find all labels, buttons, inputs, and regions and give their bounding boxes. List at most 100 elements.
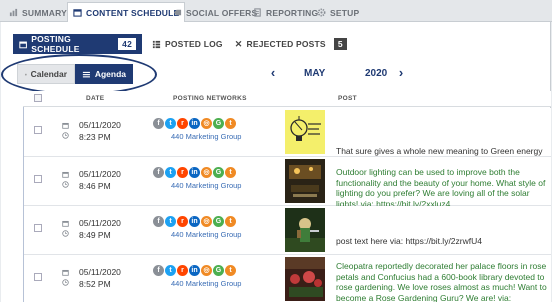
rejected-posts-count: 5	[333, 38, 347, 50]
tumblr-icon[interactable]: t	[225, 216, 236, 227]
network-group-link[interactable]: 440 Marketing Group	[171, 132, 241, 141]
post-text[interactable]: Outdoor lighting can be used to improve …	[336, 167, 548, 209]
post-time: 8:23 PM	[79, 132, 111, 142]
post-thumbnail-game	[285, 208, 325, 252]
tab-setup-label: SETUP	[330, 7, 360, 18]
month-label: MAY	[304, 68, 326, 79]
post-time: 8:46 PM	[79, 181, 111, 191]
tumblr-icon[interactable]: t	[225, 265, 236, 276]
post-thumbnail[interactable]	[285, 208, 325, 252]
clock-icon	[62, 279, 69, 286]
google-icon[interactable]: G	[213, 265, 224, 276]
post-text[interactable]: post text here via: https://bit.ly/2zrwf…	[336, 236, 548, 247]
highlight-ellipse	[1, 54, 157, 95]
schedule-subtabs: POSTING SCHEDULE 42 POSTED LOG ✕ REJECTE…	[13, 34, 353, 54]
linkedin-icon[interactable]: in	[189, 216, 200, 227]
calendar-icon	[62, 171, 69, 178]
subtab-posting-schedule-label: POSTING SCHEDULE	[31, 34, 80, 54]
linkedin-icon[interactable]: in	[189, 167, 200, 178]
clock-icon	[62, 181, 69, 188]
twitter-icon[interactable]: t	[165, 118, 176, 129]
subtab-posting-schedule[interactable]: POSTING SCHEDULE 42	[13, 34, 142, 54]
tab-summary-label: SUMMARY	[22, 7, 67, 18]
tab-setup[interactable]: SETUP	[312, 3, 364, 22]
previous-month-chevron-icon[interactable]: ‹	[268, 66, 278, 80]
table-header: DATE POSTING NETWORKS POST	[23, 91, 551, 107]
post-thumbnail[interactable]	[285, 159, 325, 203]
table-row[interactable]: 05/11/2020 8:46 PM f t r in ◎ Gt 440 Marketin…	[24, 157, 551, 209]
content-schedule-panel: POSTING SCHEDULE 42 POSTED LOG ✕ REJECTE…	[1, 22, 551, 302]
twitter-icon[interactable]: t	[165, 167, 176, 178]
instagram-icon[interactable]: ◎	[201, 167, 212, 178]
select-all-checkbox[interactable]	[34, 94, 42, 102]
post-thumbnail[interactable]	[285, 257, 325, 301]
post-thumbnail-lighting	[285, 159, 325, 203]
calendar-icon	[19, 41, 27, 48]
row-checkbox[interactable]	[34, 175, 42, 183]
gear-icon	[317, 8, 326, 17]
twitter-icon[interactable]: t	[165, 265, 176, 276]
tumblr-icon[interactable]: t	[225, 118, 236, 129]
calendar-icon	[73, 9, 82, 17]
facebook-icon[interactable]: f	[153, 265, 164, 276]
linkedin-icon[interactable]: in	[189, 118, 200, 129]
facebook-icon[interactable]: f	[153, 118, 164, 129]
posting-networks: f t r in ◎ Gt	[153, 118, 236, 129]
networks-column-header: POSTING NETWORKS	[173, 95, 247, 102]
post-text[interactable]: Cleopatra reportedly decorated her palac…	[336, 261, 548, 302]
posting-networks: f t r in ◎ Gt	[153, 265, 236, 276]
facebook-icon[interactable]: f	[153, 167, 164, 178]
list-icon	[152, 40, 161, 48]
post-thumbnail[interactable]	[285, 110, 325, 154]
row-checkbox[interactable]	[34, 224, 42, 232]
posting-schedule-count: 42	[118, 38, 136, 50]
table-row[interactable]: 05/11/2020 8:49 PM f t r in ◎ Gt 440 Marketin…	[24, 206, 551, 255]
post-thumbnail-roses	[285, 257, 325, 301]
instagram-icon[interactable]: ◎	[201, 265, 212, 276]
network-group-link[interactable]: 440 Marketing Group	[171, 181, 241, 190]
tumblr-icon[interactable]: t	[225, 167, 236, 178]
post-date: 05/11/2020	[79, 169, 121, 179]
google-icon[interactable]: G	[213, 216, 224, 227]
instagram-icon[interactable]: ◎	[201, 118, 212, 129]
tab-summary[interactable]: SUMMARY	[4, 3, 72, 22]
chart-icon	[9, 8, 18, 17]
clock-icon	[62, 132, 69, 139]
document-icon	[254, 8, 261, 17]
post-thumbnail-lightbulb	[285, 110, 325, 154]
google-icon[interactable]: G	[213, 118, 224, 129]
tab-content-schedule-label: CONTENT SCHEDULE	[86, 7, 180, 18]
close-icon: ✕	[234, 38, 243, 49]
google-icon[interactable]: G	[213, 167, 224, 178]
tag-icon	[173, 9, 182, 16]
tab-social-offers-label: SOCIAL OFFERS	[186, 7, 258, 18]
subtab-posted-log[interactable]: POSTED LOG	[146, 34, 229, 54]
subtab-rejected-posts-label: REJECTED POSTS	[246, 39, 326, 49]
twitter-icon[interactable]: t	[165, 216, 176, 227]
network-group-link[interactable]: 440 Marketing Group	[171, 230, 241, 239]
reddit-icon[interactable]: r	[177, 216, 188, 227]
reddit-icon[interactable]: r	[177, 265, 188, 276]
calendar-icon	[62, 122, 69, 129]
facebook-icon[interactable]: f	[153, 216, 164, 227]
tab-reporting-label: REPORTING	[266, 7, 319, 18]
table-row[interactable]: 05/11/2020 8:52 PM f t r in ◎ Gt 440 Marketin…	[24, 255, 551, 302]
row-checkbox[interactable]	[34, 273, 42, 281]
subtab-rejected-posts[interactable]: ✕ REJECTED POSTS 5	[229, 34, 353, 54]
posting-networks: f t r in ◎ Gt	[153, 167, 236, 178]
post-date: 05/11/2020	[79, 218, 121, 228]
post-time: 8:52 PM	[79, 279, 111, 289]
year-label: 2020	[365, 68, 388, 79]
reddit-icon[interactable]: r	[177, 167, 188, 178]
instagram-icon[interactable]: ◎	[201, 216, 212, 227]
next-month-chevron-icon[interactable]: ›	[396, 66, 406, 80]
post-column-header: POST	[338, 95, 357, 102]
table-row[interactable]: 05/11/2020 8:23 PM f t r in ◎ Gt 440 Marketin…	[24, 108, 551, 167]
row-checkbox[interactable]	[34, 126, 42, 134]
reddit-icon[interactable]: r	[177, 118, 188, 129]
network-group-link[interactable]: 440 Marketing Group	[171, 279, 241, 288]
post-date: 05/11/2020	[79, 267, 121, 277]
top-tab-bar: SUMMARY CONTENT SCHEDULE SOCIAL OFFERS R…	[0, 0, 552, 23]
post-time: 8:49 PM	[79, 230, 111, 240]
linkedin-icon[interactable]: in	[189, 265, 200, 276]
